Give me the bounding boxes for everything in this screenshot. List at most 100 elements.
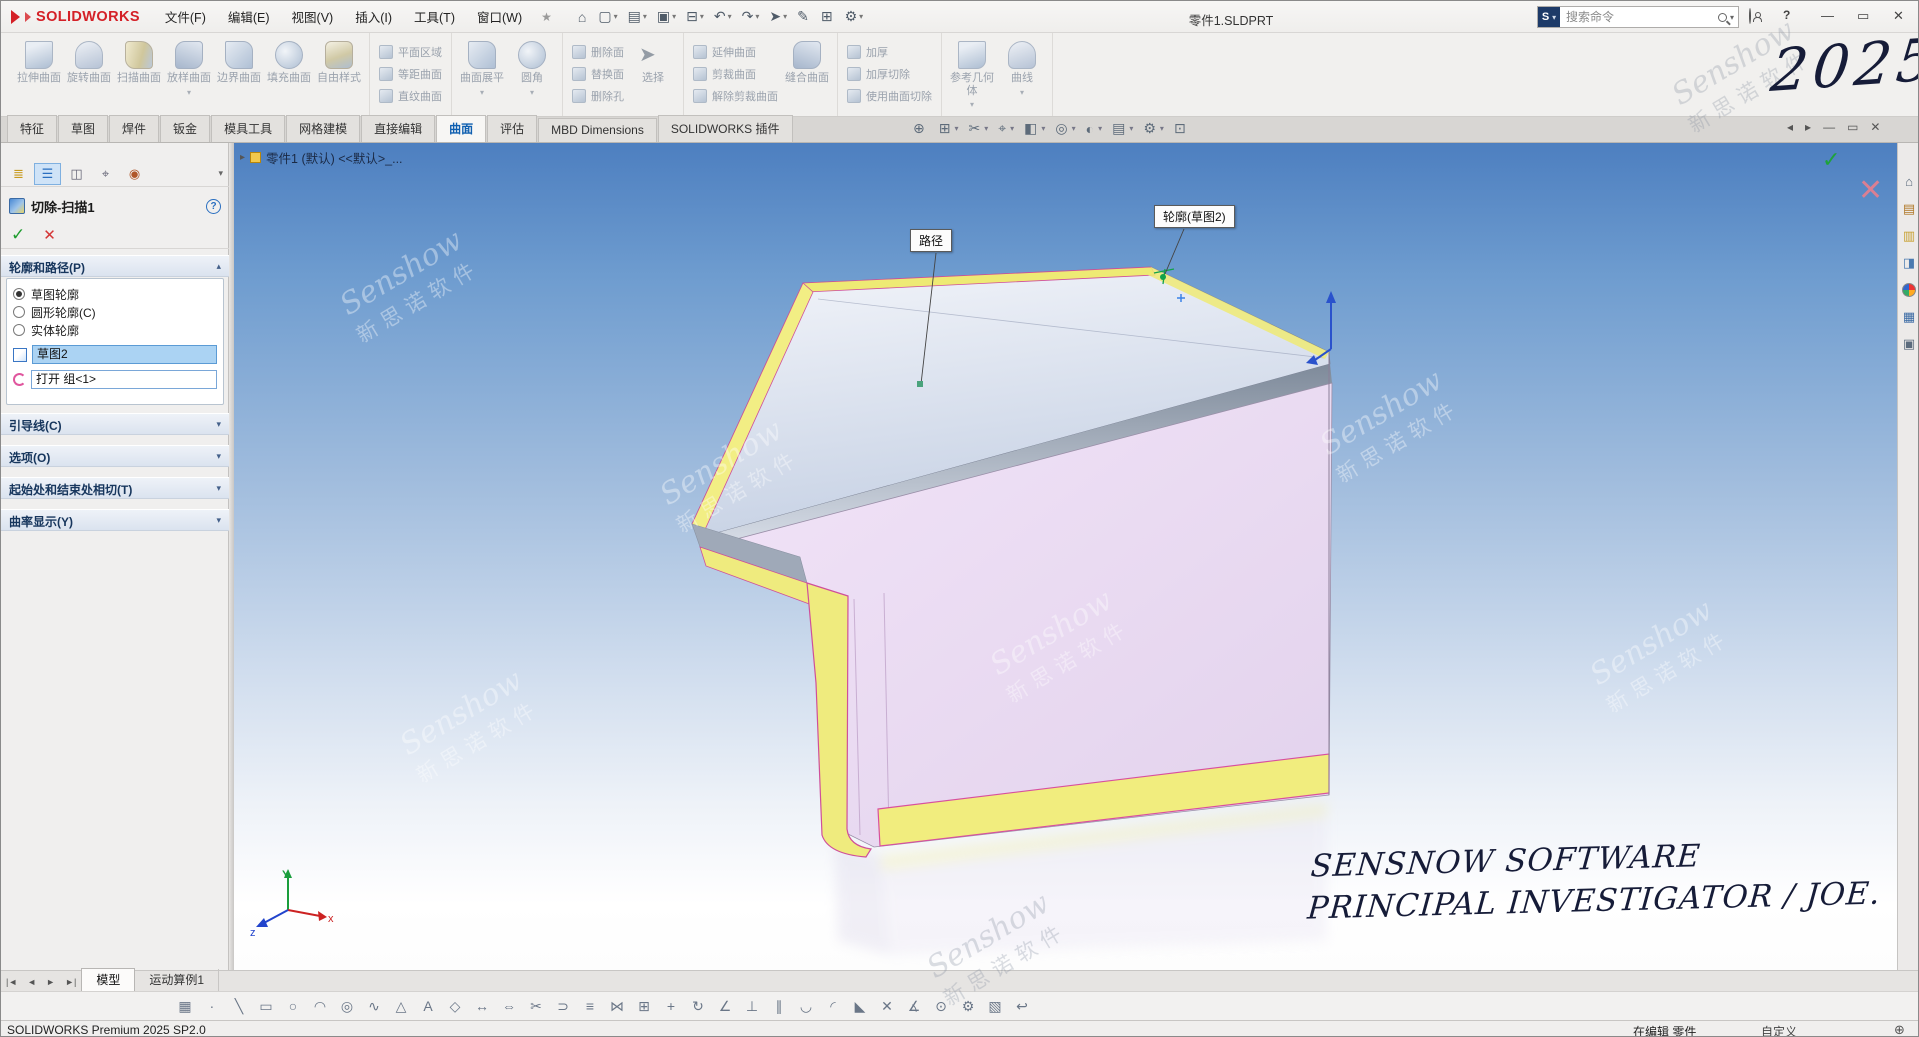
path-callout[interactable]: 路径 <box>910 229 952 252</box>
status-globe-icon[interactable]: ⊕ <box>1894 1022 1905 1037</box>
help-icon[interactable]: ? <box>1783 8 1790 22</box>
ribbon-planar-surface-button[interactable]: 平面区域 <box>379 44 442 60</box>
path-selection-field[interactable]: 打开 组<1> <box>31 370 217 389</box>
tab-features[interactable]: 特征 <box>7 115 57 142</box>
home-icon[interactable]: ⌂ <box>574 7 592 27</box>
ribbon-knit-surface-button[interactable]: 缝合曲面 <box>782 36 832 85</box>
collapse-tabs-left-icon[interactable]: ◂ <box>1787 120 1793 134</box>
offset-icon[interactable]: ≡ <box>582 998 598 1014</box>
ribbon-ruled-surface-button[interactable]: 直纹曲面 <box>379 88 442 104</box>
ellipse-icon[interactable]: ◎ <box>339 998 355 1015</box>
custom-properties-icon[interactable]: ▦ <box>1901 308 1918 325</box>
section-guide-curves[interactable]: 引导线(C)▾ <box>1 413 229 435</box>
search-input[interactable] <box>1560 10 1718 24</box>
tab-nav-first-icon[interactable]: |◄ <box>1 973 22 991</box>
move-icon[interactable]: + <box>663 998 679 1014</box>
angle-icon[interactable]: ∠ <box>717 998 733 1015</box>
scene-icon[interactable]: ▤▾ <box>1112 120 1133 137</box>
menu-pin-icon[interactable]: ★ <box>533 10 560 24</box>
tab-sketch[interactable]: 草图 <box>58 115 108 142</box>
command-search[interactable]: S▾ ▾ <box>1537 6 1739 28</box>
zoom-fit-icon[interactable]: ⊕ <box>913 120 929 137</box>
smart-dimension-icon[interactable]: ⇔ <box>501 998 517 1014</box>
motion-study-tab[interactable]: 运动算例1 <box>135 969 219 991</box>
section-profile-and-path[interactable]: 轮廓和路径(P)▴ <box>1 255 229 277</box>
radio-circular-profile[interactable]: 圆形轮廓(C) <box>13 303 217 321</box>
settings-icon[interactable]: ⚙ <box>960 998 976 1015</box>
ribbon-untrim-surface-button[interactable]: 解除剪裁曲面 <box>693 88 778 104</box>
menu-window[interactable]: 窗口(W) <box>466 2 533 31</box>
tab-nav-prev-icon[interactable]: ◄ <box>22 973 41 991</box>
ribbon-filled-surface-button[interactable]: 填充曲面 <box>264 36 314 85</box>
undo-icon[interactable]: ↶▾ <box>710 6 736 27</box>
save-icon[interactable]: ▣▾ <box>653 6 680 27</box>
model-canvas[interactable] <box>234 143 1897 970</box>
ribbon-replace-face-button[interactable]: 替换面 <box>572 66 624 82</box>
file-properties-icon[interactable]: ⊞ <box>817 6 839 27</box>
menu-tools[interactable]: 工具(T) <box>403 2 466 31</box>
ribbon-lofted-surface-button[interactable]: 放样曲面▾ <box>164 36 214 97</box>
open-icon[interactable]: ▤▾ <box>624 6 651 27</box>
new-document-icon[interactable]: ▢▾ <box>594 6 621 27</box>
tab-nav-last-icon[interactable]: ►| <box>60 973 81 991</box>
feature-tree-tab[interactable]: ≣ <box>5 163 32 185</box>
ribbon-select-button[interactable]: ➤选择 <box>628 36 678 85</box>
task-home-icon[interactable]: ⌂ <box>1901 173 1918 190</box>
line-icon[interactable]: ╲ <box>231 998 247 1015</box>
rectangle-icon[interactable]: ▭ <box>258 998 274 1015</box>
zoom-area-icon[interactable]: ⊞▾ <box>939 120 959 137</box>
ribbon-freeform-button[interactable]: 自由样式 <box>314 36 364 85</box>
plane-icon[interactable]: ◇ <box>447 998 463 1015</box>
radio-solid-profile[interactable]: 实体轮廓 <box>13 321 217 339</box>
view-settings-icon[interactable]: ⚙▾ <box>1143 120 1164 137</box>
snap-icon[interactable]: ⊙ <box>933 998 949 1015</box>
tab-direct-editing[interactable]: 直接编辑 <box>361 115 435 142</box>
search-icon[interactable] <box>1718 13 1727 22</box>
ribbon-fillet-button[interactable]: 圆角▾ <box>507 36 557 97</box>
select-arrow-icon[interactable]: ➤▾ <box>765 6 791 27</box>
tab-evaluate[interactable]: 评估 <box>487 115 537 142</box>
manager-tabs-overflow-icon[interactable]: ▾ <box>218 168 225 179</box>
ribbon-thickened-cut-button[interactable]: 加厚切除 <box>847 66 932 82</box>
tangent-icon[interactable]: ◡ <box>798 998 814 1015</box>
design-library-icon[interactable]: ▤ <box>1901 200 1918 217</box>
feature-tree-flyout[interactable]: ▸ 零件1 (默认) <<默认>_... <box>240 148 403 167</box>
ribbon-extruded-surface-button[interactable]: 拉伸曲面 <box>14 36 64 85</box>
section-start-end-tangency[interactable]: 起始处和结束处相切(T)▾ <box>1 477 229 499</box>
tab-mold-tools[interactable]: 模具工具 <box>211 115 285 142</box>
pm-ok-button[interactable]: ✓ <box>11 225 25 245</box>
hide-show-icon[interactable]: ◎▾ <box>1055 120 1075 137</box>
doc-minimize-icon[interactable]: — <box>1823 120 1835 134</box>
section-curvature-display[interactable]: 曲率显示(Y)▾ <box>1 509 229 531</box>
ribbon-trim-surface-button[interactable]: 剪裁曲面 <box>693 66 778 82</box>
arc-icon[interactable]: ◠ <box>312 998 328 1015</box>
ribbon-thicken-button[interactable]: 加厚 <box>847 44 932 60</box>
menu-view[interactable]: 视图(V) <box>281 2 345 31</box>
ribbon-extend-surface-button[interactable]: 延伸曲面 <box>693 44 778 60</box>
radio-sketch-profile[interactable]: 草图轮廓 <box>13 285 217 303</box>
ribbon-curves-button[interactable]: 曲线▾ <box>997 36 1047 97</box>
exit-sketch-icon[interactable]: ↩ <box>1014 998 1030 1015</box>
window-restore-button[interactable]: ▭ <box>1845 4 1881 28</box>
tab-weldments[interactable]: 焊件 <box>109 115 159 142</box>
search-scope-badge[interactable]: S▾ <box>1538 7 1560 27</box>
doc-close-icon[interactable]: ✕ <box>1870 120 1880 134</box>
dimxpert-manager-tab[interactable]: ⌖ <box>92 163 119 185</box>
print-icon[interactable]: ⊟▾ <box>682 6 708 27</box>
circle-icon[interactable]: ○ <box>285 998 301 1014</box>
rotate-icon[interactable]: ↻ <box>690 998 706 1015</box>
text-icon[interactable]: A <box>420 998 436 1014</box>
tab-nav-next-icon[interactable]: ► <box>41 973 60 991</box>
tab-sheet-metal[interactable]: 钣金 <box>160 115 210 142</box>
tab-solidworks-addins[interactable]: SOLIDWORKS 插件 <box>658 115 793 142</box>
graphics-viewport[interactable]: ▸ 零件1 (默认) <<默认>_... 路径 轮廓(草图2) ✓ ✕ Y x … <box>234 143 1897 970</box>
configuration-manager-tab[interactable]: ◫ <box>63 163 90 185</box>
convert-entities-icon[interactable]: ⊃ <box>555 998 571 1015</box>
redo-icon[interactable]: ↷▾ <box>738 6 764 27</box>
ribbon-revolved-surface-button[interactable]: 旋转曲面 <box>64 36 114 85</box>
trim-icon[interactable]: ✂ <box>528 998 544 1015</box>
flyout-expand-icon[interactable]: ▸ <box>240 152 245 163</box>
file-explorer-icon[interactable]: ▥ <box>1901 227 1918 244</box>
collapse-tabs-right-icon[interactable]: ▸ <box>1805 120 1811 134</box>
menu-edit[interactable]: 编辑(E) <box>217 2 281 31</box>
